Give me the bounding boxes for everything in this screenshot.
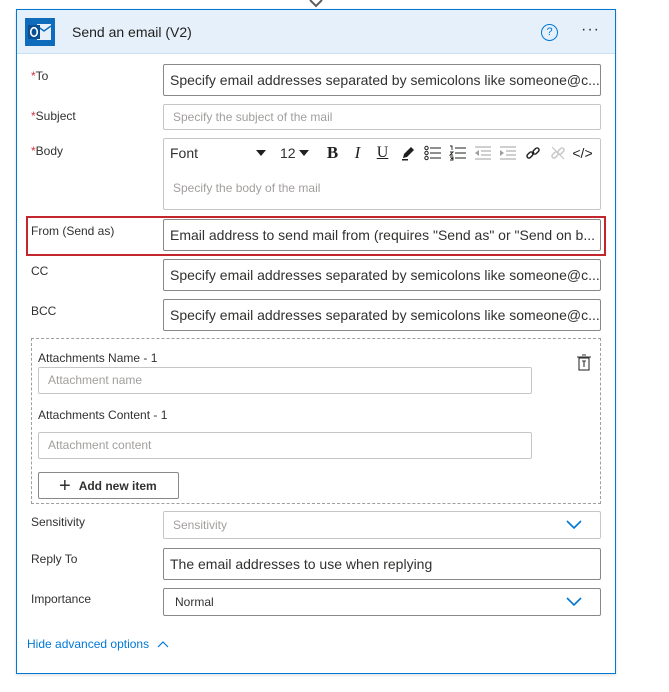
add-new-item-label: Add new item — [78, 478, 157, 493]
remove-link-button[interactable] — [545, 141, 570, 165]
pen-icon — [401, 147, 414, 161]
add-new-item-button[interactable]: + Add new item — [38, 472, 179, 499]
body-editor[interactable]: Font 12 B I U </> Specify the body of th… — [163, 138, 601, 210]
attachment-name-input[interactable]: Attachment name — [38, 367, 532, 394]
font-size-value: 12 — [280, 145, 296, 161]
cc-input[interactable]: Specify email addresses separated by sem… — [163, 259, 601, 291]
sensitivity-value: Sensitivity — [173, 518, 228, 532]
code-view-button[interactable]: </> — [570, 141, 595, 165]
more-options-icon[interactable]: ··· — [581, 21, 600, 39]
from-input[interactable]: Email address to send mail from (require… — [163, 219, 601, 251]
to-label: *To — [31, 69, 48, 83]
subject-label: *Subject — [31, 109, 76, 123]
hide-advanced-options-label: Hide advanced options — [27, 637, 150, 651]
underline-button[interactable]: U — [370, 141, 395, 165]
font-select[interactable]: Font — [170, 145, 274, 161]
help-icon[interactable]: ? — [541, 24, 558, 41]
importance-label: Importance — [31, 592, 92, 606]
to-input[interactable]: Specify email addresses separated by sem… — [163, 64, 601, 96]
attachment-content-label: Attachments Content - 1 — [38, 408, 168, 422]
insert-link-button[interactable] — [520, 141, 545, 165]
to-label-text: To — [35, 69, 49, 83]
bcc-label: BCC — [31, 304, 57, 318]
font-size-select[interactable]: 12 — [280, 145, 320, 161]
importance-value: Normal — [175, 595, 214, 609]
chevron-down-icon — [566, 597, 582, 607]
numbered-list-button[interactable] — [445, 141, 470, 165]
unlink-icon — [550, 146, 565, 160]
increase-indent-icon — [499, 146, 516, 160]
attachment-content-input[interactable]: Attachment content — [38, 432, 532, 459]
bullet-list-button[interactable] — [420, 141, 445, 165]
numbered-list-icon — [448, 145, 466, 161]
outlook-logo-icon — [25, 18, 55, 46]
subject-input[interactable]: Specify the subject of the mail — [163, 104, 601, 130]
highlight-pen-button[interactable] — [395, 141, 420, 165]
chevron-down-icon — [566, 520, 582, 530]
reply-to-input[interactable]: The email addresses to use when replying — [163, 548, 601, 580]
connector-arrow-icon — [309, 0, 323, 8]
sensitivity-label: Sensitivity — [31, 515, 86, 529]
chevron-up-icon — [157, 640, 169, 647]
subject-label-text: Subject — [35, 109, 76, 123]
send-email-card: Send an email (V2) ? ··· *To Specify ema… — [16, 9, 616, 674]
importance-dropdown[interactable]: Normal — [163, 588, 601, 616]
decrease-indent-icon — [474, 146, 491, 160]
plus-icon: + — [59, 474, 71, 497]
bcc-input[interactable]: Specify email addresses separated by sem… — [163, 299, 601, 331]
body-placeholder: Specify the body of the mail — [173, 181, 321, 195]
bold-button[interactable]: B — [320, 141, 345, 165]
from-label: From (Send as) — [31, 224, 115, 238]
caret-down-icon — [256, 150, 266, 156]
font-select-value: Font — [170, 145, 199, 161]
bullet-list-icon — [423, 145, 441, 161]
body-label-text: Body — [35, 144, 64, 158]
decrease-indent-button[interactable] — [470, 141, 495, 165]
rich-text-toolbar: Font 12 B I U </> — [164, 139, 600, 167]
italic-button[interactable]: I — [345, 141, 370, 165]
delete-item-icon[interactable] — [575, 353, 593, 371]
attachment-name-label: Attachments Name - 1 — [38, 351, 158, 365]
link-icon — [525, 147, 540, 159]
hide-advanced-options-link[interactable]: Hide advanced options — [27, 637, 169, 651]
cc-label: CC — [31, 264, 49, 278]
caret-down-icon — [298, 150, 309, 156]
increase-indent-button[interactable] — [495, 141, 520, 165]
attachments-group: Attachments Name - 1 Attachment name Att… — [31, 338, 601, 504]
card-header[interactable]: Send an email (V2) ? ··· — [17, 10, 615, 54]
reply-to-label: Reply To — [31, 552, 78, 566]
sensitivity-dropdown[interactable]: Sensitivity — [163, 511, 601, 539]
card-title: Send an email (V2) — [72, 24, 192, 40]
body-label: *Body — [31, 144, 63, 158]
